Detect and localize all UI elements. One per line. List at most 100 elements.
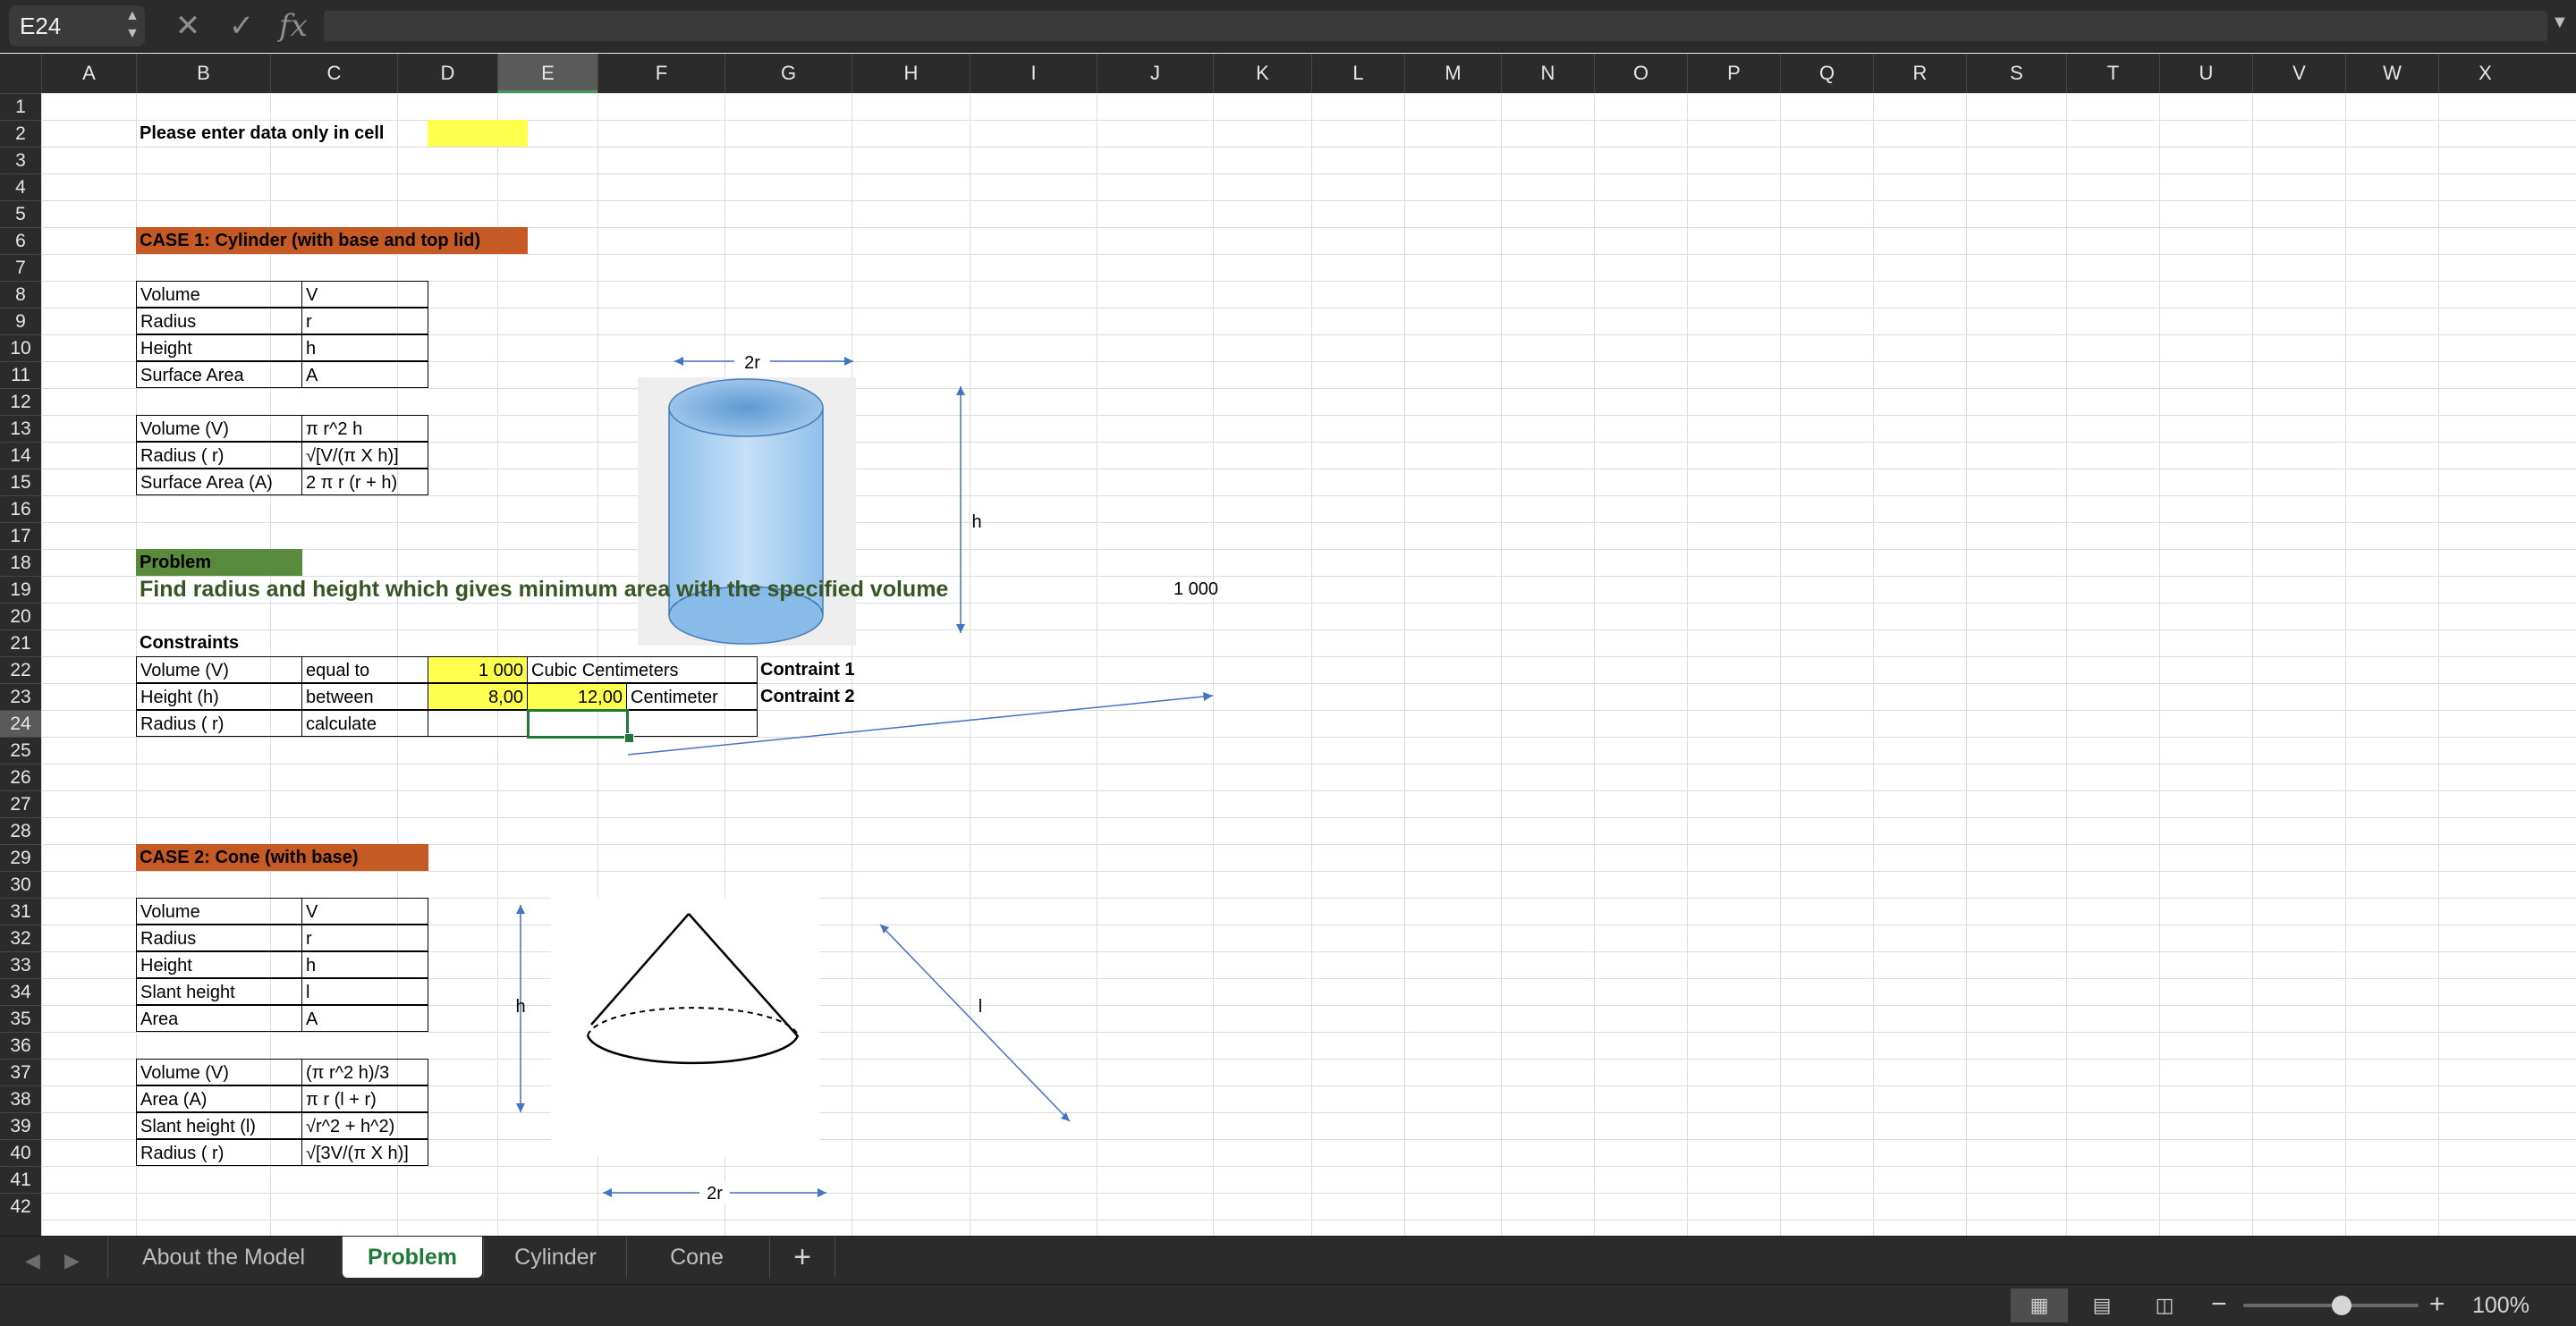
column-header-f[interactable]: F bbox=[597, 54, 724, 93]
prev-sheet-icon[interactable]: ◀ bbox=[25, 1249, 40, 1272]
row-header-40[interactable]: 40 bbox=[0, 1139, 41, 1166]
row-header-29[interactable]: 29 bbox=[0, 844, 41, 871]
zoom-level[interactable]: 100% bbox=[2472, 1285, 2529, 1326]
radius-result-d[interactable] bbox=[428, 710, 528, 737]
row-header-6[interactable]: 6 bbox=[0, 227, 41, 254]
column-header-s[interactable]: S bbox=[1966, 54, 2066, 93]
row-header-22[interactable]: 22 bbox=[0, 656, 41, 683]
zoom-out-icon[interactable]: − bbox=[2211, 1287, 2227, 1322]
name-box-down-icon[interactable]: ▼ bbox=[125, 27, 140, 41]
row-header-32[interactable]: 32 bbox=[0, 925, 41, 951]
column-header-b[interactable]: B bbox=[136, 54, 270, 93]
row-header-21[interactable]: 21 bbox=[0, 629, 41, 656]
row-header-28[interactable]: 28 bbox=[0, 817, 41, 844]
row-header-24[interactable]: 24 bbox=[0, 710, 41, 737]
row-header-30[interactable]: 30 bbox=[0, 871, 41, 898]
column-header-e[interactable]: E bbox=[497, 54, 597, 93]
column-header-v[interactable]: V bbox=[2252, 54, 2345, 93]
zoom-in-icon[interactable]: + bbox=[2429, 1287, 2445, 1322]
column-header-d[interactable]: D bbox=[397, 54, 497, 93]
row-header-33[interactable]: 33 bbox=[0, 951, 41, 978]
row-header-42[interactable]: 42 bbox=[0, 1193, 41, 1220]
row-header-16[interactable]: 16 bbox=[0, 495, 41, 522]
row-header-12[interactable]: 12 bbox=[0, 388, 41, 415]
row-header-2[interactable]: 2 bbox=[0, 120, 41, 147]
row-header-34[interactable]: 34 bbox=[0, 978, 41, 1005]
confirm-icon[interactable]: ✓ bbox=[225, 5, 258, 46]
column-header-h[interactable]: H bbox=[852, 54, 970, 93]
row-header-25[interactable]: 25 bbox=[0, 737, 41, 764]
column-header-l[interactable]: L bbox=[1311, 54, 1404, 93]
row-header-26[interactable]: 26 bbox=[0, 764, 41, 790]
column-header-n[interactable]: N bbox=[1501, 54, 1594, 93]
height-min-input[interactable]: 8,00 bbox=[428, 683, 528, 710]
column-header-i[interactable]: I bbox=[970, 54, 1097, 93]
row-header-41[interactable]: 41 bbox=[0, 1166, 41, 1193]
row-header-5[interactable]: 5 bbox=[0, 200, 41, 227]
column-header-g[interactable]: G bbox=[724, 54, 852, 93]
tab-cone[interactable]: Cone bbox=[626, 1237, 767, 1278]
case1-def-symbol: V bbox=[301, 281, 428, 308]
row-header-9[interactable]: 9 bbox=[0, 308, 41, 334]
row-header-4[interactable]: 4 bbox=[0, 173, 41, 200]
row-header-27[interactable]: 27 bbox=[0, 790, 41, 817]
add-sheet-button[interactable]: + bbox=[769, 1237, 835, 1278]
row-header-7[interactable]: 7 bbox=[0, 254, 41, 281]
column-header-j[interactable]: J bbox=[1097, 54, 1213, 93]
row-header-19[interactable]: 19 bbox=[0, 576, 41, 603]
input-cell-sample[interactable] bbox=[428, 120, 528, 147]
active-cell-e24[interactable] bbox=[527, 709, 629, 739]
column-header-m[interactable]: M bbox=[1404, 54, 1501, 93]
page-layout-view-icon[interactable]: ▤ bbox=[2073, 1288, 2131, 1322]
normal-view-icon[interactable]: ▦ bbox=[2011, 1288, 2068, 1322]
name-box-up-icon[interactable]: ▲ bbox=[125, 9, 140, 23]
function-icon[interactable]: fx bbox=[279, 4, 308, 48]
case1-title: CASE 1: Cylinder (with base and top lid) bbox=[136, 227, 528, 254]
tab-cylinder[interactable]: Cylinder bbox=[483, 1237, 627, 1278]
column-header-x[interactable]: X bbox=[2438, 54, 2531, 93]
height-max-input[interactable]: 12,00 bbox=[527, 683, 627, 710]
row-header-35[interactable]: 35 bbox=[0, 1005, 41, 1032]
row-header-10[interactable]: 10 bbox=[0, 334, 41, 361]
column-header-t[interactable]: T bbox=[2066, 54, 2159, 93]
row-header-15[interactable]: 15 bbox=[0, 469, 41, 495]
row-header-13[interactable]: 13 bbox=[0, 415, 41, 442]
column-header-a[interactable]: A bbox=[41, 54, 136, 93]
column-header-w[interactable]: W bbox=[2345, 54, 2438, 93]
row-header-20[interactable]: 20 bbox=[0, 603, 41, 629]
fill-handle[interactable] bbox=[624, 733, 634, 743]
row-header-1[interactable]: 1 bbox=[0, 93, 41, 120]
column-header-p[interactable]: P bbox=[1687, 54, 1780, 93]
zoom-slider[interactable] bbox=[2243, 1304, 2419, 1307]
row-header-18[interactable]: 18 bbox=[0, 549, 41, 576]
expand-formula-bar-icon[interactable]: ▼ bbox=[2551, 13, 2569, 33]
tab-about-the-model[interactable]: About the Model bbox=[107, 1237, 339, 1278]
row-header-3[interactable]: 3 bbox=[0, 147, 41, 173]
zoom-slider-thumb[interactable] bbox=[2332, 1296, 2351, 1315]
worksheet-grid[interactable]: Please enter data only in cell CASE 1: C… bbox=[41, 93, 2576, 1236]
volume-input[interactable]: 1 000 bbox=[428, 656, 528, 683]
row-header-14[interactable]: 14 bbox=[0, 442, 41, 469]
row-header-11[interactable]: 11 bbox=[0, 361, 41, 388]
row-header-8[interactable]: 8 bbox=[0, 281, 41, 308]
tab-problem[interactable]: Problem bbox=[342, 1237, 482, 1278]
column-header-o[interactable]: O bbox=[1594, 54, 1687, 93]
radius-result-f[interactable] bbox=[626, 710, 758, 737]
formula-input[interactable] bbox=[324, 11, 2547, 41]
column-header-c[interactable]: C bbox=[270, 54, 397, 93]
row-header-17[interactable]: 17 bbox=[0, 522, 41, 549]
row-header-31[interactable]: 31 bbox=[0, 898, 41, 925]
row-header-39[interactable]: 39 bbox=[0, 1112, 41, 1139]
column-header-u[interactable]: U bbox=[2159, 54, 2252, 93]
case2-def-label: Area bbox=[136, 1005, 302, 1032]
column-header-r[interactable]: R bbox=[1873, 54, 1966, 93]
row-header-36[interactable]: 36 bbox=[0, 1032, 41, 1059]
row-header-38[interactable]: 38 bbox=[0, 1085, 41, 1112]
row-header-23[interactable]: 23 bbox=[0, 683, 41, 710]
column-header-k[interactable]: K bbox=[1213, 54, 1311, 93]
page-break-view-icon[interactable]: ◫ bbox=[2136, 1288, 2193, 1322]
row-header-37[interactable]: 37 bbox=[0, 1059, 41, 1085]
cancel-icon[interactable]: ✕ bbox=[174, 5, 202, 46]
column-header-q[interactable]: Q bbox=[1780, 54, 1873, 93]
next-sheet-icon[interactable]: ▶ bbox=[64, 1249, 80, 1272]
